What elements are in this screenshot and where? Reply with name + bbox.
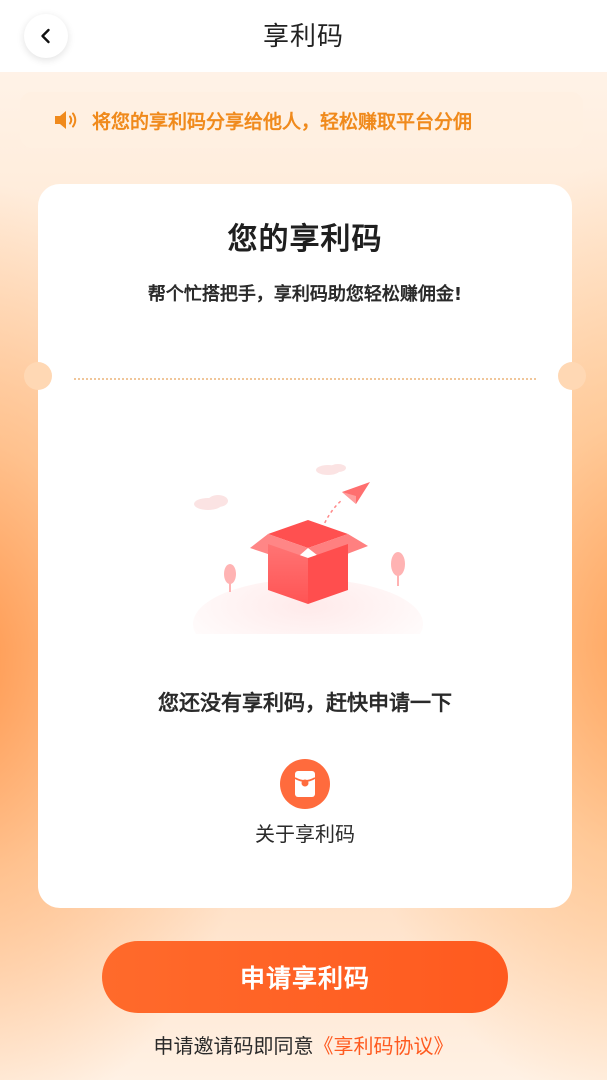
about-label: 关于享利码: [255, 822, 355, 846]
empty-box-illustration: [193, 464, 423, 634]
card-notch-left: [24, 362, 52, 390]
notice-bar: 将您的享利码分享给他人，轻松赚取平台分佣: [20, 92, 583, 148]
apply-code-button[interactable]: 申请享利码: [102, 941, 508, 1013]
page-title: 享利码: [262, 22, 344, 52]
notice-text: 将您的享利码分享给他人，轻松赚取平台分佣: [92, 110, 473, 133]
dotted-divider: [74, 378, 536, 380]
red-envelope-icon: [280, 759, 330, 809]
agreement-link[interactable]: 《享利码协议》: [314, 1034, 454, 1058]
empty-state-text: 您还没有享利码，赶快申请一下: [158, 691, 452, 715]
card-title: 您的享利码: [227, 222, 383, 257]
agreement-prefix: 申请邀请码即同意: [153, 1034, 314, 1058]
card-subtitle: 帮个忙搭把手，享利码助您轻松赚佣金!: [147, 284, 463, 305]
code-card: 您的享利码 帮个忙搭把手，享利码助您轻松赚佣金! 您还没有享利码，赶快申请一下 …: [24, 184, 586, 908]
speaker-icon: [52, 107, 78, 133]
about-code-link[interactable]: 关于享利码: [225, 754, 385, 850]
agreement-text: 申请邀请码即同意《享利码协议》: [0, 1030, 607, 1059]
top-bar: 享利码: [0, 0, 607, 72]
card-notch-right: [558, 362, 586, 390]
